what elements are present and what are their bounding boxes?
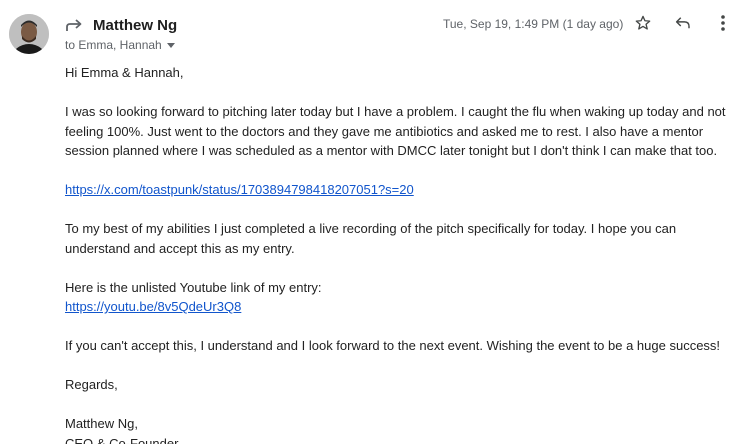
chevron-down-icon[interactable] <box>166 40 176 50</box>
tweet-link[interactable]: https://x.com/toastpunk/status/170389479… <box>65 182 414 197</box>
body-paragraph: Here is the unlisted Youtube link of my … <box>65 279 322 295</box>
signature-title: CEO & Co-Founder <box>65 435 179 444</box>
more-options-button[interactable] <box>711 13 735 37</box>
recipients-label: to Emma, Hannah <box>65 38 162 52</box>
email-view: Matthew Ng to Emma, Hannah Tue, Sep 19, … <box>0 0 749 444</box>
sender-name[interactable]: Matthew Ng <box>93 17 177 34</box>
message-date: Tue, Sep 19, 1:49 PM (1 day ago) <box>443 17 624 31</box>
body-paragraph: If you can't accept this, I understand a… <box>65 338 721 353</box>
message-body: Hi Emma & Hannah, I was so looking forwa… <box>65 63 735 444</box>
body-paragraph: To my best of my abilities I just comple… <box>65 221 677 256</box>
more-vert-icon <box>720 14 726 37</box>
recipients-toggle[interactable]: to Emma, Hannah <box>65 38 176 52</box>
star-icon <box>634 14 652 37</box>
star-button[interactable] <box>631 13 655 37</box>
reply-button[interactable] <box>671 13 695 37</box>
closing: Regards, <box>65 377 118 392</box>
avatar-photo <box>9 14 49 54</box>
signature-name: Matthew Ng, <box>65 416 138 431</box>
reply-icon <box>674 14 692 37</box>
sender-row: Matthew Ng <box>65 15 177 35</box>
avatar[interactable] <box>9 14 49 54</box>
forward-arrow-icon <box>65 15 85 35</box>
body-paragraph: I was so looking forward to pitching lat… <box>65 104 726 158</box>
greeting: Hi Emma & Hannah, <box>65 65 184 80</box>
youtube-link[interactable]: https://youtu.be/8v5QdeUr3Q8 <box>65 299 241 314</box>
signature: Matthew Ng, CEO & Co-Founder <box>65 414 735 444</box>
